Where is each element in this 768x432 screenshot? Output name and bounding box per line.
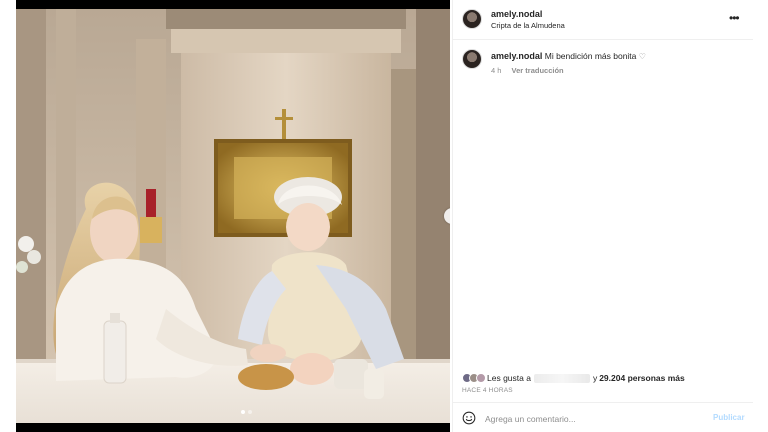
- likes-count[interactable]: 29.204 personas más: [599, 373, 685, 383]
- post-details-panel: amely.nodal Cripta de la Almudena ••• am…: [452, 0, 753, 432]
- caption-meta: 4 h Ver traducción: [491, 66, 564, 75]
- caption-time: 4 h: [491, 66, 502, 75]
- publish-button[interactable]: Publicar: [713, 413, 745, 422]
- post-location[interactable]: Cripta de la Almudena: [491, 21, 565, 30]
- liker-avatars: [462, 373, 486, 383]
- carousel-dot: [241, 410, 245, 414]
- caption-line: amely.nodal Mi bendición más bonita ♡: [491, 51, 646, 61]
- post-username[interactable]: amely.nodal: [491, 9, 542, 19]
- avatar[interactable]: [462, 9, 482, 29]
- carousel-dot: [248, 410, 252, 414]
- caption-username[interactable]: amely.nodal: [491, 51, 542, 61]
- see-translation-link[interactable]: Ver traducción: [512, 66, 564, 75]
- post-photo[interactable]: [16, 9, 450, 423]
- avatar: [476, 373, 486, 383]
- baptism-photo-image: [16, 9, 450, 423]
- post-media: ›: [16, 0, 450, 432]
- post-caption: amely.nodal Mi bendición más bonita ♡ 4 …: [453, 48, 753, 88]
- comment-bar: Publicar: [453, 402, 753, 432]
- caption-text: Mi bendición más bonita: [544, 51, 637, 61]
- likes-connector: y: [592, 373, 598, 383]
- heart-icon: ♡: [638, 52, 646, 61]
- blurred-username: [533, 373, 590, 383]
- smiley-icon[interactable]: [462, 411, 476, 425]
- carousel-indicator: [241, 410, 252, 414]
- likes-summary[interactable]: Les gusta a y 29.204 personas más: [462, 372, 685, 384]
- likes-prefix: Les gusta a: [487, 373, 531, 383]
- post-timestamp: HACE 4 HORAS: [462, 387, 513, 394]
- avatar[interactable]: [462, 49, 482, 69]
- instagram-post: › amely.nodal Cripta de la Almudena ••• …: [0, 0, 768, 432]
- comment-input[interactable]: [485, 412, 705, 426]
- post-header: amely.nodal Cripta de la Almudena •••: [453, 0, 753, 40]
- more-horizontal-icon[interactable]: •••: [729, 11, 740, 25]
